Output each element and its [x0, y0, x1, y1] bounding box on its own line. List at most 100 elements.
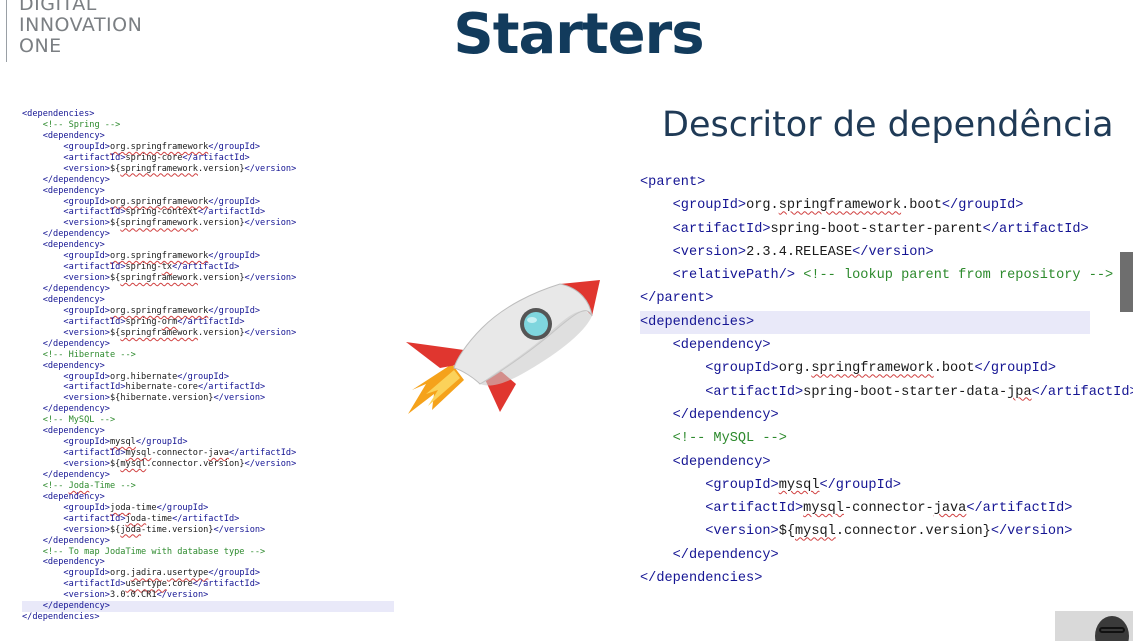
code-token: </dependency>	[672, 407, 779, 423]
code-token: spring-core	[125, 152, 183, 163]
code-token: org.	[746, 198, 779, 214]
code-token: <dependency>	[42, 240, 105, 251]
code-token: springframework	[120, 327, 198, 338]
rocket-window	[524, 312, 548, 336]
code-token: </artifactId>	[229, 448, 297, 459]
code-token: </groupId>	[819, 477, 902, 493]
code-token: .boot	[933, 361, 975, 377]
code-token: <dependency>	[672, 454, 771, 470]
code-token: </version>	[244, 163, 297, 174]
code-token: <!--	[42, 480, 69, 491]
code-token: java	[933, 501, 967, 517]
left-code-listing: <dependencies> <!-- Spring --> <dependen…	[22, 109, 394, 623]
code-token: <dependency>	[672, 338, 771, 354]
scrollbar-thumb[interactable]	[1120, 252, 1133, 312]
code-token: <groupId>	[63, 141, 110, 152]
code-line: <!-- To map JodaTime with database type …	[22, 547, 394, 558]
code-token: org.springframework	[109, 196, 209, 207]
code-token: jadira	[130, 568, 162, 579]
code-token: <dependencies>	[640, 314, 755, 330]
code-token: <version>	[63, 327, 110, 338]
code-token: <artifactId>	[63, 152, 126, 163]
code-token: springframework	[120, 163, 198, 174]
code-token: org.springframework	[109, 141, 209, 152]
code-token: </artifactId>	[192, 579, 261, 590]
code-token: <parent>	[640, 175, 706, 190]
code-token: </dependency>	[42, 174, 110, 185]
code-token: orm	[161, 316, 178, 327]
code-token: <version>	[63, 273, 110, 284]
code-line: <version>${springframework.version}</ver…	[22, 218, 394, 229]
code-token: .boot	[901, 198, 942, 214]
code-token: <groupId>	[63, 251, 110, 262]
code-token: joda	[125, 513, 147, 524]
code-line: <dependency>	[22, 557, 394, 568]
slide-subtitle: Descritor de dependência	[662, 105, 1114, 145]
code-line: <artifactId>mysql-connector-java</artifa…	[22, 448, 394, 459]
code-token: </dependency>	[42, 535, 110, 546]
rocket-icon	[406, 280, 600, 414]
code-line: <groupId>mysql</groupId>	[22, 437, 394, 448]
code-token: </groupId>	[974, 361, 1057, 377]
code-token: </artifactId>	[172, 262, 240, 273]
code-token: </dependencies>	[640, 571, 763, 587]
code-token: mysql	[803, 501, 844, 517]
code-token: </artifactId>	[182, 152, 250, 163]
code-token: </groupId>	[135, 437, 188, 448]
code-line: <version>3.0.0.CR1</version>	[22, 590, 394, 601]
code-token: mysql	[778, 477, 820, 493]
code-line: <version>${mysql.connector.version}</ver…	[640, 520, 1090, 543]
code-token: spring-	[125, 316, 162, 327]
code-line: <artifactId>spring-context</artifactId>	[22, 207, 394, 218]
code-line: <dependency>	[22, 240, 394, 251]
code-token: <dependency>	[42, 185, 105, 196]
code-line: <relativePath/> <!-- lookup parent from …	[640, 264, 1114, 287]
code-token: -time	[130, 502, 157, 513]
code-token: .version}	[197, 273, 245, 284]
code-line: <artifactId>mysql-connector-java</artifa…	[640, 497, 1090, 520]
code-token: -time.version}	[141, 524, 214, 535]
code-token: -time	[146, 513, 173, 524]
code-token: .version}	[197, 327, 245, 338]
code-line: <dependency>	[22, 186, 394, 197]
code-token: .version}	[197, 163, 245, 174]
code-token: <artifactId>	[63, 207, 126, 218]
code-token: </artifactId>	[197, 207, 266, 218]
code-line: <artifactId>spring-boot-starter-parent</…	[640, 218, 1090, 241]
code-token: -Time -->	[89, 480, 136, 491]
code-line: <groupId>org.jadira.usertype</groupId>	[22, 568, 394, 579]
code-token: -connector-	[151, 448, 209, 459]
code-token: </version>	[990, 524, 1073, 540]
code-token: </groupId>	[208, 568, 261, 579]
code-token: <version>	[63, 218, 110, 229]
code-token: ${	[109, 163, 121, 174]
code-token: org.springframework	[109, 305, 209, 316]
code-token: </version>	[244, 218, 297, 229]
code-token: <version>	[63, 163, 110, 174]
code-token: spring-boot-starter-parent	[770, 221, 983, 237]
code-token: org.springframework	[109, 251, 209, 262]
code-token: </dependency>	[672, 547, 779, 563]
code-token: </dependency>	[42, 338, 110, 349]
code-line: </dependency>	[22, 404, 394, 415]
code-token: org.hibernate	[109, 371, 178, 382]
code-line: <dependency>	[640, 451, 1090, 474]
